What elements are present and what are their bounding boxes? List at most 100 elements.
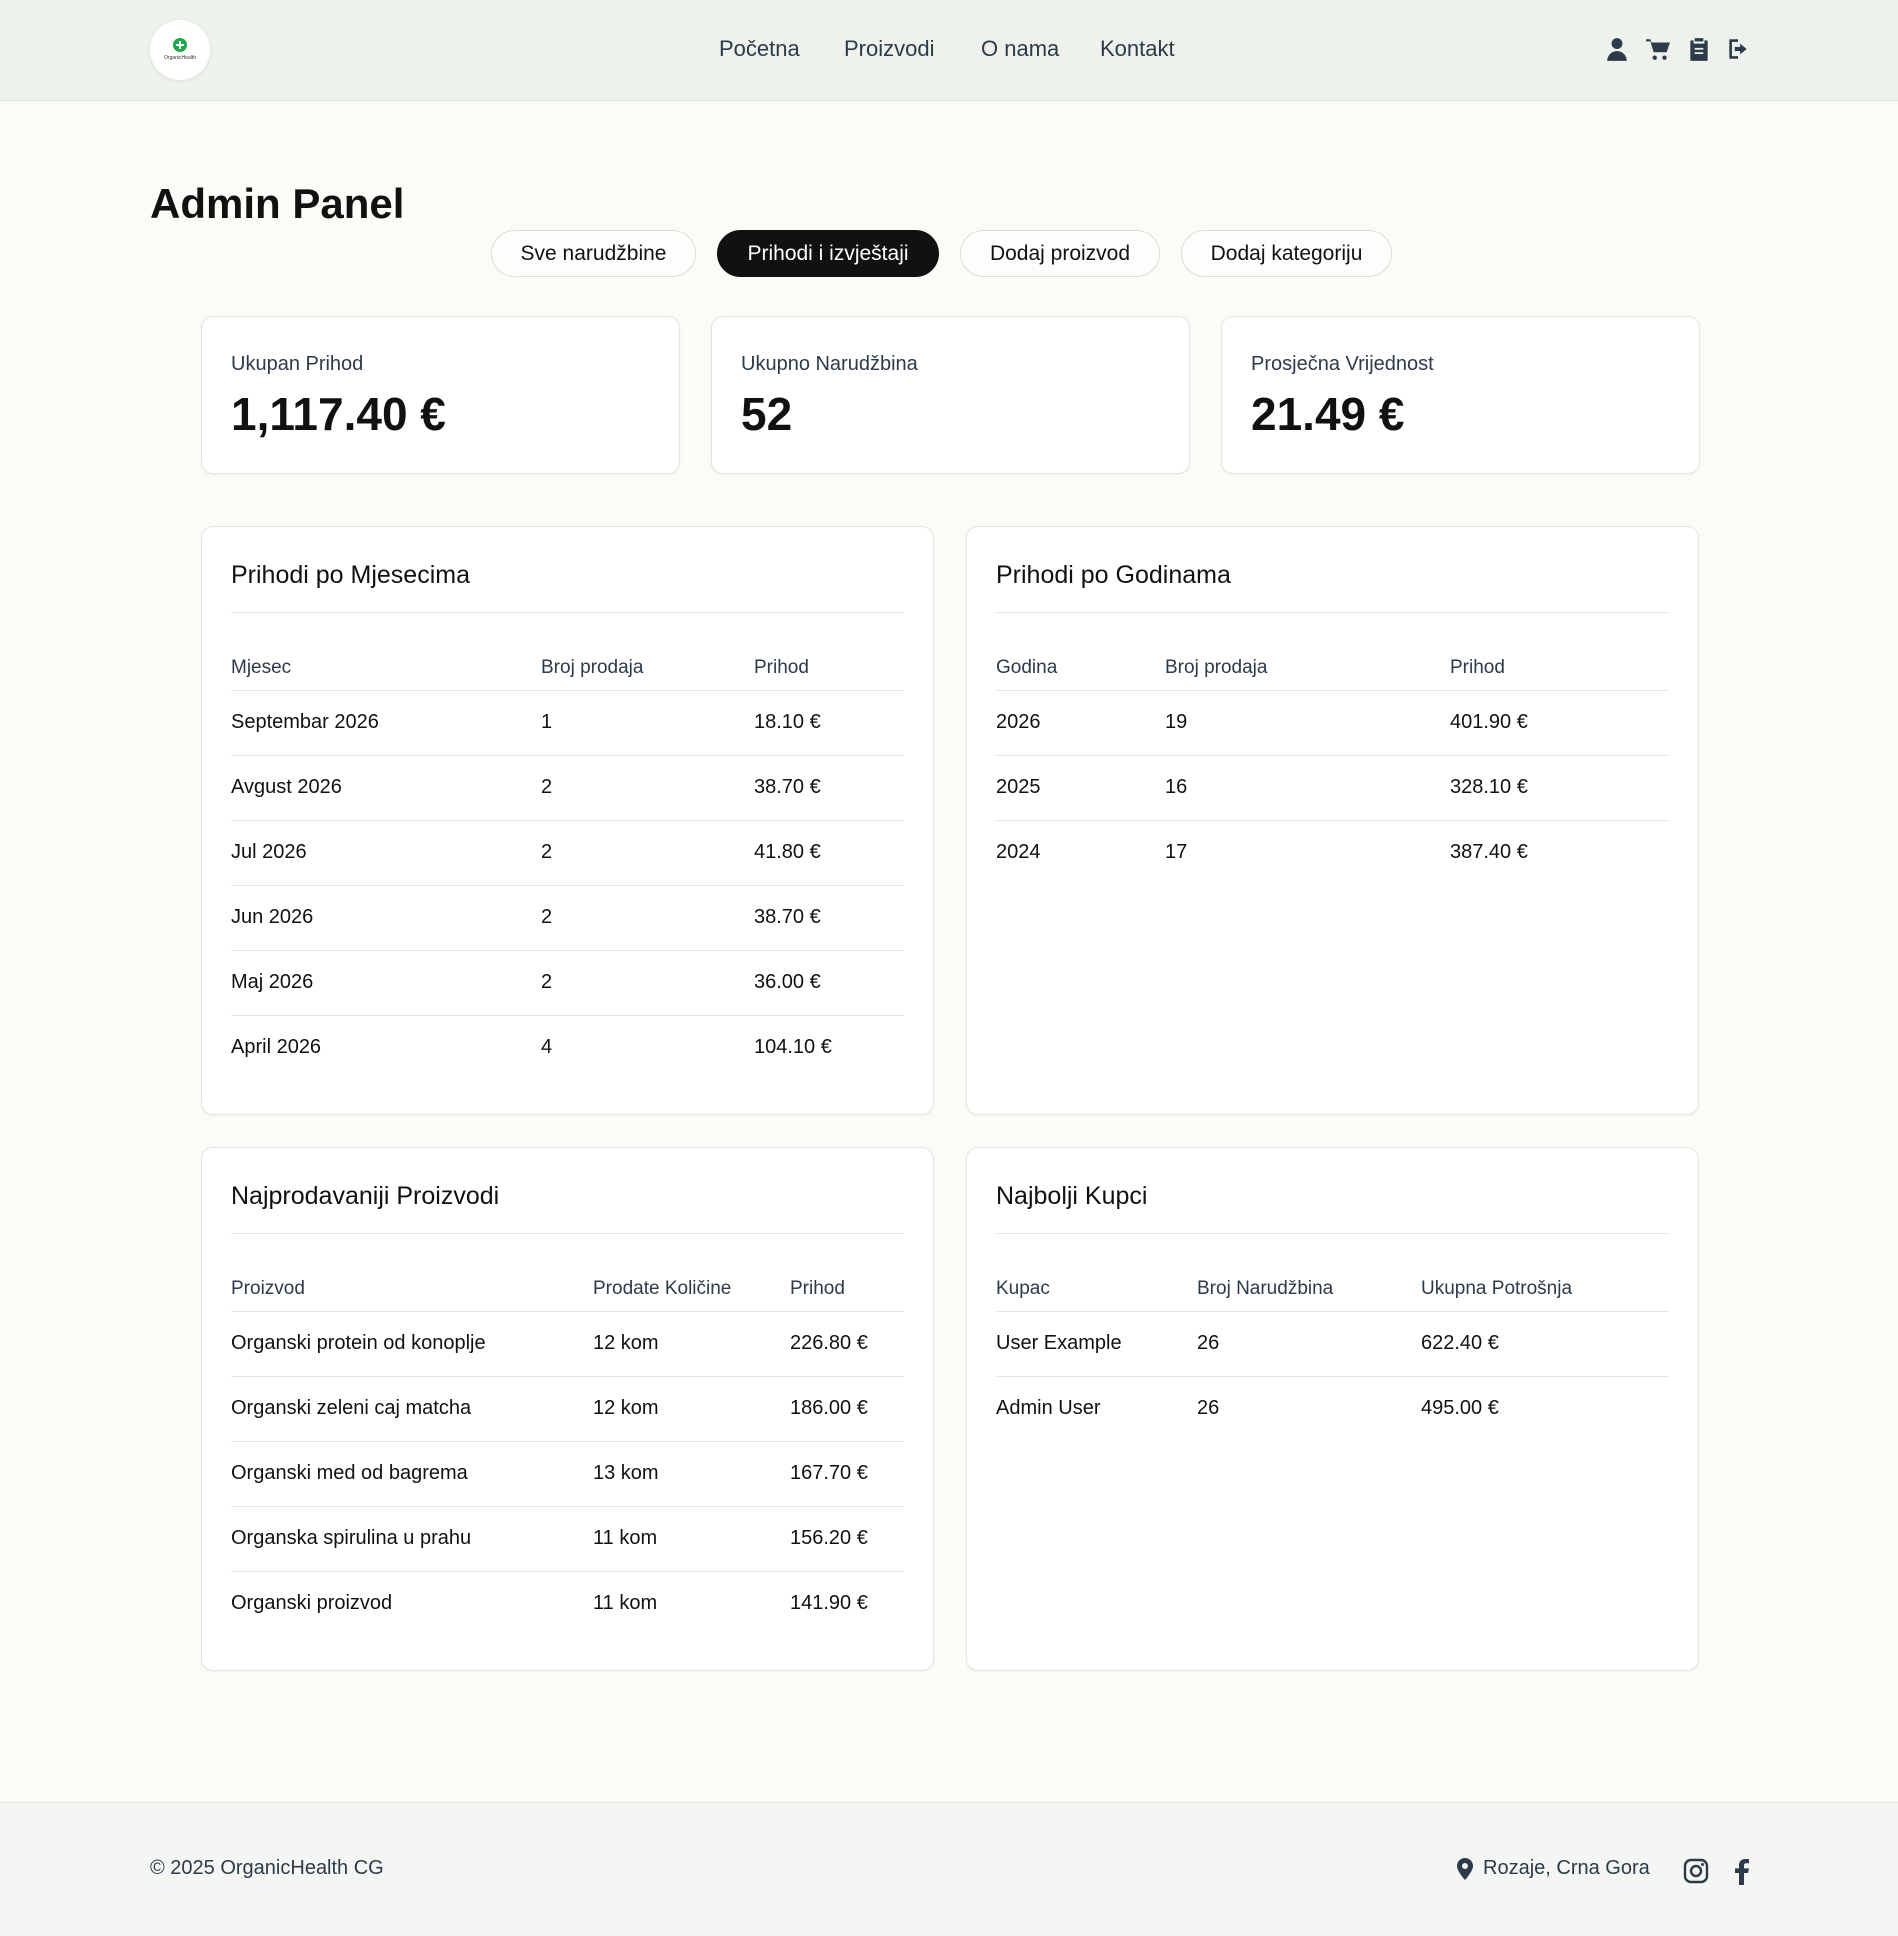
tab-dodaj-kategoriju[interactable]: Dodaj kategoriju (1181, 230, 1392, 277)
nav-link-proizvodi[interactable]: Proizvodi (844, 36, 934, 62)
clipboard-icon[interactable] (1686, 36, 1712, 62)
stat-card-ukupno-narudzbina: Ukupno Narudžbina 52 (711, 316, 1190, 474)
table-cell: 387.40 € (1450, 841, 1528, 863)
table-cell: 17 (1165, 841, 1188, 863)
divider (996, 1233, 1669, 1234)
divider (231, 1233, 904, 1234)
table-cell: 167.70 € (790, 1462, 868, 1484)
column-header: Broj prodaja (541, 657, 644, 678)
monthly-revenue-table: Mjesec Broj prodaja Prihod Septembar 202… (231, 647, 904, 1081)
top-products-table: Proizvod Prodate Količine Prihod Organsk… (231, 1268, 904, 1637)
table-row: Jun 2026 2 38.70 € (231, 886, 904, 951)
stat-value: 1,117.40 € (231, 388, 446, 440)
column-header: Broj Narudžbina (1197, 1278, 1334, 1299)
table-cell: 328.10 € (1450, 776, 1528, 798)
card-title: Najbolji Kupci (996, 1182, 1148, 1210)
table-cell: 2 (541, 971, 553, 993)
table-cell: Avgust 2026 (231, 776, 342, 798)
table-row: Jul 2026 2 41.80 € (231, 821, 904, 886)
table-header: Kupac Broj Narudžbina Ukupna Potrošnja (996, 1268, 1669, 1312)
column-header: Godina (996, 657, 1058, 678)
column-header: Prihod (790, 1278, 845, 1299)
table-cell: 186.00 € (790, 1397, 868, 1419)
table-cell: 1 (541, 711, 553, 733)
table-cell: 12 kom (593, 1332, 659, 1354)
column-header: Prodate Količine (593, 1278, 732, 1299)
table-cell: 41.80 € (754, 841, 821, 863)
table-cell: Admin User (996, 1397, 1101, 1419)
column-header: Broj prodaja (1165, 657, 1268, 678)
tab-prihodi-i-izvjestaji[interactable]: Prihodi i izvještaji (717, 230, 939, 277)
stat-label: Ukupno Narudžbina (741, 353, 918, 375)
stat-value: 52 (741, 388, 793, 440)
instagram-icon[interactable] (1682, 1857, 1710, 1885)
table-cell: Septembar 2026 (231, 711, 379, 733)
card-title: Najprodavaniji Proizvodi (231, 1182, 500, 1210)
table-cell: 401.90 € (1450, 711, 1528, 733)
table-cell: 38.70 € (754, 906, 821, 928)
table-cell: 36.00 € (754, 971, 821, 993)
table-cell: 4 (541, 1036, 553, 1058)
stat-label: Ukupan Prihod (231, 353, 364, 375)
table-cell: 11 kom (593, 1527, 658, 1549)
cart-icon[interactable] (1645, 36, 1671, 62)
table-cell: 2 (541, 906, 553, 928)
card-title: Prihodi po Mjesecima (231, 561, 470, 589)
column-header: Prihod (754, 657, 809, 678)
table-cell: Jul 2026 (231, 841, 307, 863)
table-cell: 2 (541, 841, 553, 863)
table-cell: Jun 2026 (231, 906, 314, 928)
table-cell: 226.80 € (790, 1332, 868, 1354)
table-cell: Organski proizvod (231, 1592, 393, 1614)
table-cell: 11 kom (593, 1592, 658, 1614)
column-header: Proizvod (231, 1278, 305, 1299)
nav-link-kontakt[interactable]: Kontakt (1100, 36, 1175, 62)
nav-link-o-nama[interactable]: O nama (981, 36, 1059, 62)
table-cell: 2024 (996, 841, 1041, 863)
table-cell: 13 kom (593, 1462, 659, 1484)
table-row: Organska spirulina u prahu 11 kom 156.20… (231, 1507, 904, 1572)
table-row: User Example 26 622.40 € (996, 1312, 1669, 1377)
facebook-icon[interactable] (1728, 1857, 1756, 1885)
page-title: Admin Panel (150, 180, 405, 227)
table-cell: 18.10 € (754, 711, 821, 733)
site-header: OrganicHealth Početna Proizvodi O nama K… (0, 0, 1898, 101)
table-cell: Organski zeleni caj matcha (231, 1397, 472, 1419)
divider (996, 612, 1669, 613)
table-row: 2024 17 387.40 € (996, 821, 1669, 886)
copyright-text: © 2025 OrganicHealth CG (150, 1857, 384, 1879)
stat-card-prosjecna-vrijednost: Prosječna Vrijednost 21.49 € (1221, 316, 1700, 474)
table-row: Organski protein od konoplje 12 kom 226.… (231, 1312, 904, 1377)
table-cell: 16 (1165, 776, 1188, 798)
table-cell: 12 kom (593, 1397, 659, 1419)
table-row: Maj 2026 2 36.00 € (231, 951, 904, 1016)
top-products-card: Najprodavaniji Proizvodi Proizvod Prodat… (201, 1147, 934, 1671)
table-cell: Organska spirulina u prahu (231, 1527, 472, 1549)
tab-dodaj-proizvod[interactable]: Dodaj proizvod (960, 230, 1160, 277)
user-icon[interactable] (1604, 36, 1630, 62)
table-cell: 2025 (996, 776, 1041, 798)
monthly-revenue-card: Prihodi po Mjesecima Mjesec Broj prodaja… (201, 526, 934, 1115)
table-row: 2025 16 328.10 € (996, 756, 1669, 821)
table-header: Godina Broj prodaja Prihod (996, 647, 1669, 691)
tab-sve-narudzbine[interactable]: Sve narudžbine (491, 230, 696, 277)
table-cell: 26 (1197, 1397, 1220, 1419)
table-cell: Organski protein od konoplje (231, 1332, 486, 1354)
stat-card-ukupan-prihod: Ukupan Prihod 1,117.40 € (201, 316, 680, 474)
table-cell: User Example (996, 1332, 1122, 1354)
location-text: Rozaje, Crna Gora (1483, 1857, 1650, 1879)
table-cell: April 2026 (231, 1036, 322, 1058)
top-customers-card: Najbolji Kupci Kupac Broj Narudžbina Uku… (966, 1147, 1699, 1671)
site-footer: © 2025 OrganicHealth CG Rozaje, Crna Gor… (0, 1802, 1898, 1936)
table-cell: Organski med od bagrema (231, 1462, 468, 1484)
table-header: Mjesec Broj prodaja Prihod (231, 647, 904, 691)
nav-link-pocetna[interactable]: Početna (719, 36, 800, 62)
logout-icon[interactable] (1725, 36, 1751, 62)
table-cell: 495.00 € (1421, 1397, 1499, 1419)
column-header: Mjesec (231, 657, 292, 678)
top-customers-table: Kupac Broj Narudžbina Ukupna Potrošnja U… (996, 1268, 1669, 1442)
yearly-revenue-table: Godina Broj prodaja Prihod 2026 19 401.9… (996, 647, 1669, 886)
table-cell: 2026 (996, 711, 1041, 733)
column-header: Prihod (1450, 657, 1505, 678)
table-cell: 104.10 € (754, 1036, 832, 1058)
